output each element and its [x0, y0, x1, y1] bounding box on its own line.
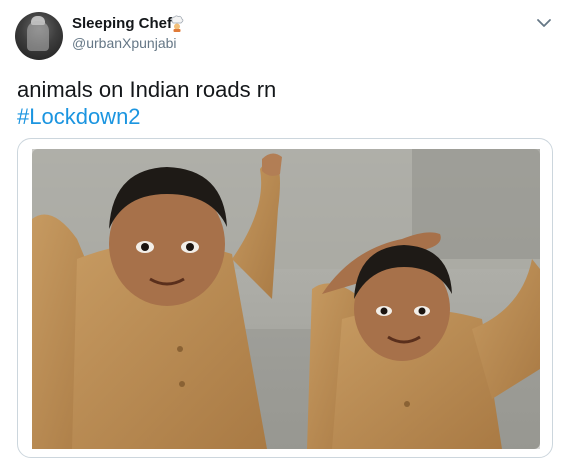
display-name[interactable]: Sleeping Chef: [72, 15, 172, 32]
tweet-text: animals on Indian roads rn: [17, 77, 277, 102]
user-handle[interactable]: @urbanXpunjabi: [72, 35, 177, 51]
avatar[interactable]: [15, 12, 63, 60]
chevron-down-icon[interactable]: [535, 16, 553, 30]
chef-icon: [171, 15, 184, 32]
tweet-card: Sleeping Chef @urbanXpunjabi animals on …: [0, 0, 575, 460]
meme-photo: [32, 149, 540, 449]
tweet-media[interactable]: [17, 138, 553, 458]
hashtag-link[interactable]: #Lockdown2: [17, 104, 141, 130]
